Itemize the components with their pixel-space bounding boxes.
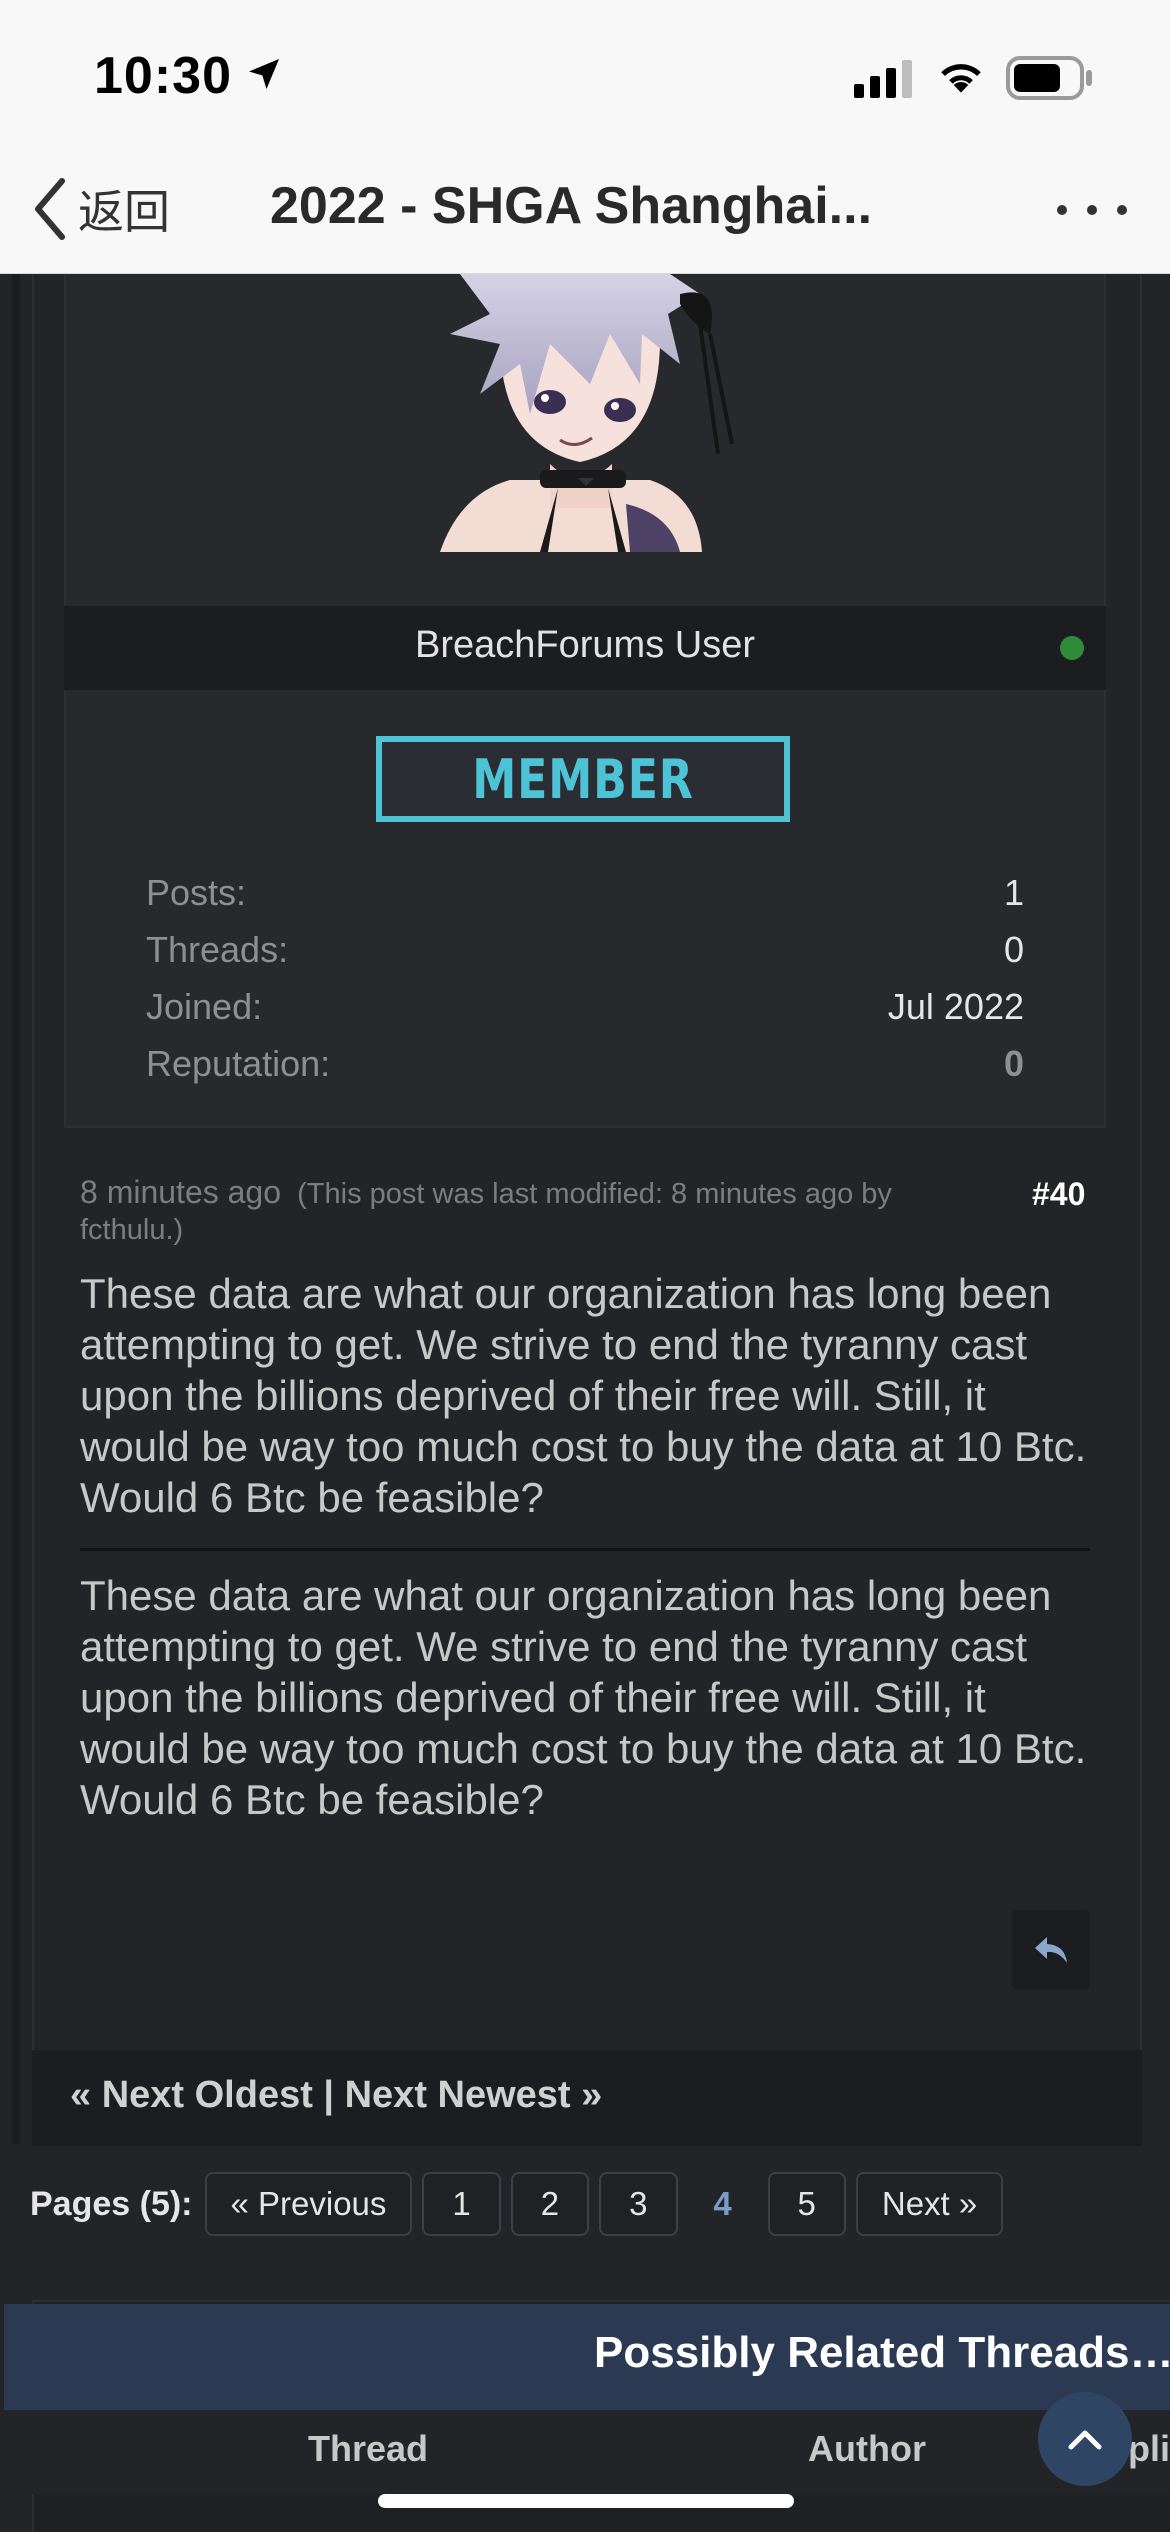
avatar[interactable] bbox=[380, 274, 780, 552]
page-frame bbox=[12, 274, 20, 2144]
username[interactable]: BreachForums User bbox=[64, 624, 1106, 667]
home-indicator bbox=[378, 2494, 794, 2508]
rank-label: MEMBER bbox=[472, 747, 694, 811]
page-link[interactable]: 3 bbox=[599, 2172, 678, 2236]
page-link[interactable]: 5 bbox=[767, 2172, 846, 2236]
page-link[interactable]: 1 bbox=[422, 2172, 501, 2236]
post-time: 8 minutes ago bbox=[80, 1174, 282, 1210]
stat-value: 0 bbox=[1003, 929, 1024, 970]
stat-reputation: Reputation: 0 bbox=[146, 1043, 1024, 1100]
column-thread[interactable]: Thread bbox=[308, 2428, 428, 2470]
reputation-value[interactable]: 0 bbox=[1004, 1043, 1024, 1100]
rank-badge: MEMBER bbox=[376, 736, 790, 822]
online-status-dot bbox=[1060, 636, 1084, 660]
next-oldest-newest-links[interactable]: « Next Oldest | Next Newest » bbox=[70, 2074, 602, 2117]
current-page: 4 bbox=[713, 2185, 732, 2222]
previous-page-button[interactable]: « Previous bbox=[204, 2172, 413, 2236]
related-threads-columns: Thread Author Replies bbox=[32, 2410, 1170, 2494]
pagination: Pages (5): « Previous 1 2 3 4 5 Next » bbox=[30, 2172, 1013, 2236]
location-arrow-icon bbox=[249, 59, 279, 89]
back-label: 返回 bbox=[78, 186, 170, 238]
status-time: 10:30 bbox=[94, 47, 232, 105]
wifi-icon bbox=[941, 64, 981, 93]
status-bar: 10:30 bbox=[0, 0, 1170, 150]
more-dots-icon[interactable] bbox=[1052, 200, 1132, 220]
page-link[interactable]: 2 bbox=[510, 2172, 590, 2236]
reply-button[interactable] bbox=[1012, 1910, 1090, 1990]
username-bar: BreachForums User bbox=[64, 606, 1106, 690]
page-title: 2022 - SHGA Shanghai... bbox=[270, 177, 873, 235]
stat-value: 1 bbox=[1003, 872, 1024, 913]
pages-label: Pages (5): bbox=[30, 2184, 193, 2223]
user-stats: Posts: 1 Threads: 0 Joined: Jul 2022 Rep… bbox=[146, 872, 1024, 1100]
post-number-link[interactable]: #40 bbox=[1032, 1176, 1085, 1213]
stat-label: Joined: bbox=[146, 986, 263, 1027]
stat-threads: Threads: 0 bbox=[146, 929, 1024, 986]
signal-icon bbox=[854, 60, 912, 98]
post-body: These data are what our organization has… bbox=[80, 1270, 1087, 1521]
related-threads-header: Possibly Related Threads… bbox=[4, 2304, 1170, 2410]
stat-label: Posts: bbox=[146, 872, 247, 913]
back-button[interactable]: 返回 bbox=[30, 174, 170, 244]
stat-label: Threads: bbox=[146, 929, 289, 970]
chevron-up-icon bbox=[1068, 2430, 1102, 2450]
stat-value: Jul 2022 bbox=[887, 986, 1024, 1027]
reply-icon bbox=[1035, 1937, 1067, 1963]
post-signature: These data are what our organization has… bbox=[80, 1572, 1087, 1823]
column-author[interactable]: Author bbox=[808, 2428, 926, 2470]
stat-label: Reputation: bbox=[146, 1043, 331, 1084]
stat-joined: Joined: Jul 2022 bbox=[146, 986, 1024, 1043]
next-page-button[interactable]: Next » bbox=[855, 2172, 1004, 2236]
chevron-left-icon bbox=[35, 178, 65, 240]
scroll-to-top-button[interactable] bbox=[1038, 2392, 1132, 2486]
navigation-bar: 返回 2022 - SHGA Shanghai... bbox=[0, 150, 1170, 274]
signature-divider bbox=[80, 1548, 1090, 1551]
related-threads-title: Possibly Related Threads… bbox=[594, 2328, 1170, 2377]
stat-posts: Posts: 1 bbox=[146, 872, 1024, 929]
post-meta: 8 minutes ago (This post was last modifi… bbox=[80, 1174, 950, 1248]
battery-icon bbox=[1006, 56, 1092, 100]
thread-navigation: « Next Oldest | Next Newest » bbox=[32, 2050, 1142, 2146]
